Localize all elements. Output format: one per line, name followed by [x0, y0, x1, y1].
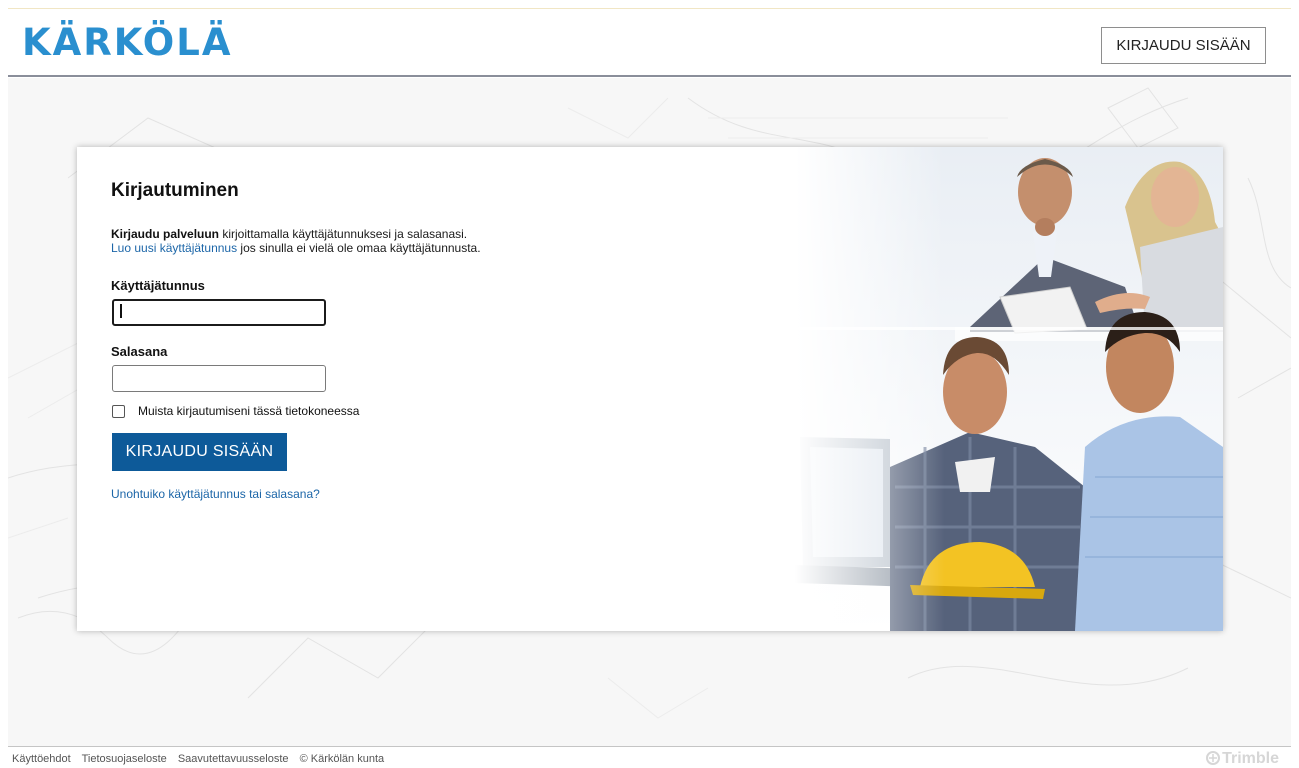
username-wrapper — [111, 299, 327, 327]
footer-link-privacy[interactable]: Tietosuojaseloste — [82, 753, 167, 765]
login-intro: Kirjaudu palveluun kirjoittamalla käyttä… — [111, 227, 631, 255]
footer-link-terms[interactable]: Käyttöehdot — [12, 753, 71, 765]
site-logo[interactable]: KÄRKÖLÄ — [22, 21, 232, 64]
submit-login-button[interactable]: KIRJAUDU SISÄÄN — [112, 433, 287, 471]
header-login-button[interactable]: KIRJAUDU SISÄÄN — [1101, 27, 1266, 64]
forgot-credentials-link[interactable]: Unohtuiko käyttäjätunnus tai salasana? — [111, 487, 320, 501]
remember-me-row[interactable]: Muista kirjautumiseni tässä tietokoneess… — [112, 404, 359, 418]
trimble-mark-icon — [1206, 751, 1221, 765]
password-label: Salasana — [111, 344, 168, 359]
footer-copyright: © Kärkölän kunta — [299, 753, 385, 765]
intro-text: kirjoittamalla käyttäjätunnuksesi ja sal… — [219, 227, 468, 241]
login-card: Kirjautuminen Kirjaudu palveluun kirjoit… — [77, 147, 1223, 631]
footer-links: Käyttöehdot Tietosuojaseloste Saavutetta… — [12, 753, 392, 765]
remember-label: Muista kirjautumiseni tässä tietokoneess… — [138, 404, 360, 418]
username-label: Käyttäjätunnus — [111, 278, 205, 293]
intro-bold-text: Kirjaudu palveluun — [111, 227, 220, 241]
site-footer: Käyttöehdot Tietosuojaseloste Saavutetta… — [8, 746, 1291, 768]
trimble-logo-icon: Trimble — [1206, 750, 1279, 768]
trimble-wordmark: Trimble — [1222, 750, 1279, 767]
remember-checkbox[interactable] — [112, 404, 125, 418]
footer-link-accessibility[interactable]: Saavutettavuusseloste — [178, 753, 289, 765]
text-caret — [120, 304, 122, 318]
office-team-photo — [795, 147, 1223, 631]
password-input[interactable] — [112, 365, 326, 392]
site-header: KÄRKÖLÄ KIRJAUDU SISÄÄN — [8, 9, 1291, 77]
register-link[interactable]: Luo uusi käyttäjätunnus — [111, 241, 237, 255]
page-title: Kirjautuminen — [111, 180, 239, 201]
register-text: jos sinulla ei vielä ole omaa käyttäjätu… — [237, 241, 481, 255]
username-input[interactable] — [112, 299, 326, 326]
